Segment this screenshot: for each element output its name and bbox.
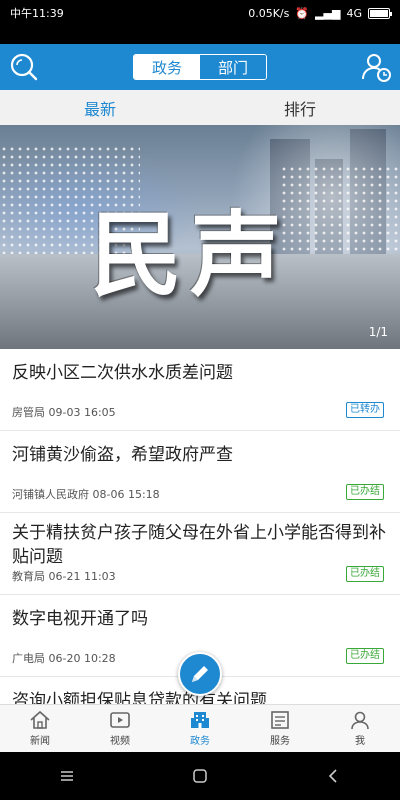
video-icon: [110, 712, 130, 728]
back-button[interactable]: [313, 756, 353, 796]
status-badge: 已办结: [346, 484, 384, 500]
bottom-navigation: 新闻 视频 政务 服务 我: [0, 704, 400, 752]
item-title: 反映小区二次供水水质差问题: [12, 363, 233, 383]
status-badge: 已办结: [346, 648, 384, 664]
nav-label: 我: [355, 736, 365, 747]
compose-button[interactable]: [178, 652, 222, 696]
segment-department[interactable]: 部门: [200, 55, 266, 79]
banner-title: 民声: [90, 201, 291, 309]
nav-service[interactable]: 服务: [240, 705, 320, 752]
tab-ranking[interactable]: 排行: [200, 90, 400, 125]
status-bar: 中午11:39 0.05K/s ⏰ ▂▄▆ 4G: [0, 0, 400, 26]
app-screen: 中午11:39 0.05K/s ⏰ ▂▄▆ 4G 政务 部门 最新 排行 民声 …: [0, 0, 400, 800]
status-badge: 已办结: [346, 566, 384, 582]
network-type: 4G: [346, 6, 362, 20]
battery-icon: [368, 7, 392, 19]
signal-icon: ▂▄▆: [315, 6, 341, 20]
service-icon: [271, 711, 289, 729]
section-switch: 政务 部门: [133, 54, 267, 80]
pencil-icon: [192, 666, 208, 682]
item-meta: 房管局 09-03 16:05: [12, 406, 116, 419]
status-indicators: 0.05K/s ⏰ ▂▄▆ 4G: [248, 6, 392, 20]
banner-carousel[interactable]: 民声 1/1: [0, 125, 400, 349]
banner-page-indicator: 1/1: [368, 325, 388, 339]
nav-news[interactable]: 新闻: [0, 705, 80, 752]
item-title: 数字电视开通了吗: [12, 609, 148, 629]
nav-label: 新闻: [30, 736, 50, 747]
tab-latest[interactable]: 最新: [0, 90, 200, 125]
home-button[interactable]: [180, 756, 220, 796]
status-time: 中午11:39: [10, 7, 64, 20]
item-title: 关于精扶贫户孩子随父母在外省上小学能否得到补贴问题: [12, 523, 386, 567]
list-item[interactable]: 反映小区二次供水水质差问题 房管局 09-03 16:05 已转办: [0, 349, 400, 431]
list-item[interactable]: 河铺黄沙偷盗，希望政府严查 河铺镇人民政府 08-06 15:18 已办结: [0, 431, 400, 513]
user-history-icon[interactable]: [360, 51, 392, 83]
back-icon: [329, 769, 337, 783]
menu-icon: [60, 771, 73, 781]
item-meta: 教育局 06-21 11:03: [12, 570, 116, 583]
alarm-icon: ⏰: [295, 6, 310, 20]
item-meta: 广电局 06-20 10:28: [12, 652, 116, 665]
network-speed: 0.05K/s: [248, 6, 290, 20]
building-icon: [191, 712, 209, 728]
content-tabs: 最新 排行: [0, 90, 400, 125]
segment-government[interactable]: 政务: [134, 55, 200, 79]
nav-label: 视频: [110, 736, 130, 747]
home-icon: [30, 710, 50, 729]
nav-label: 服务: [270, 736, 290, 747]
item-title: 河铺黄沙偷盗，希望政府严查: [12, 445, 233, 465]
system-navigation: [0, 752, 400, 800]
nav-government[interactable]: 政务: [160, 705, 240, 752]
list-item[interactable]: 关于精扶贫户孩子随父母在外省上小学能否得到补贴问题 教育局 06-21 11:0…: [0, 513, 400, 595]
square-icon: [193, 769, 207, 783]
nav-label: 政务: [190, 736, 210, 747]
nav-me[interactable]: 我: [320, 705, 400, 752]
top-spacer: [0, 26, 400, 44]
app-header: 政务 部门: [0, 44, 400, 90]
search-icon[interactable]: [8, 51, 40, 83]
status-badge: 已转办: [346, 402, 384, 418]
menu-button[interactable]: [47, 756, 87, 796]
item-meta: 河铺镇人民政府 08-06 15:18: [12, 488, 160, 501]
person-icon: [351, 711, 369, 730]
nav-video[interactable]: 视频: [80, 705, 160, 752]
